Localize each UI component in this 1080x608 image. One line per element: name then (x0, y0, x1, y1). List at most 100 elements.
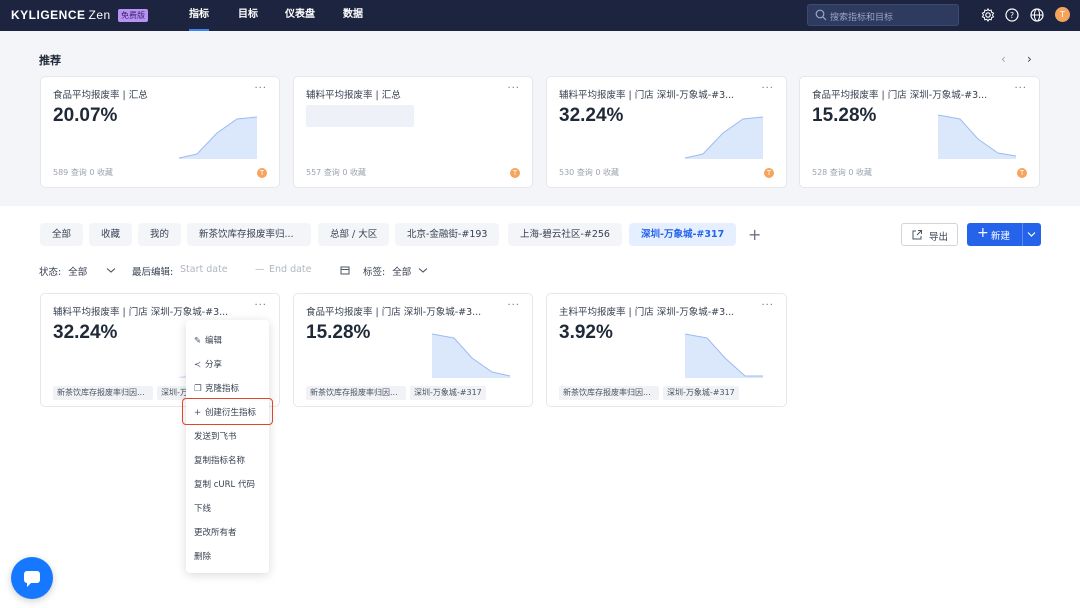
chevron-down-icon[interactable] (106, 267, 116, 274)
tab-hq-region[interactable]: 总部 / 大区 (318, 223, 390, 246)
menu-item-edit[interactable]: ✎ 编辑 (194, 334, 222, 346)
chat-support-button[interactable] (11, 557, 53, 599)
top-nav-bar: KYLIGENCE Zen 免费版 指标 目标 仪表盘 数据 搜索指标和目标 ? … (0, 0, 1080, 31)
new-button[interactable]: + 新建 (967, 223, 1041, 246)
card-title: 辅料平均报废率 | 汇总 (306, 90, 401, 101)
next-page-icon[interactable]: › (1027, 52, 1032, 66)
globe-icon[interactable] (1030, 8, 1044, 22)
recommend-card-2[interactable]: 辅料平均报废率 | 汇总 ··· 557 查询 0 收藏 T (293, 76, 533, 188)
calendar-icon[interactable] (340, 265, 350, 275)
export-label: 导出 (929, 232, 949, 243)
menu-item-clone[interactable]: ❐ 克隆指标 (194, 382, 239, 394)
search-icon (815, 9, 827, 21)
card-meta: 589 查询 0 收藏 (53, 168, 113, 177)
more-icon[interactable]: ··· (761, 83, 774, 94)
nav-metrics[interactable]: 指标 (189, 0, 209, 31)
more-icon[interactable]: ··· (254, 83, 267, 94)
nav-dashboard[interactable]: 仪表盘 (285, 0, 315, 31)
card-value: 3.92% (559, 322, 613, 343)
sparkline-down (432, 333, 511, 378)
card-value: 15.28% (306, 322, 371, 343)
more-icon[interactable]: ··· (1014, 83, 1027, 94)
card-title: 食品平均报废率 | 门店 深圳-万象城-#3... (812, 90, 988, 101)
nav-goals[interactable]: 目标 (238, 0, 258, 31)
menu-item-share[interactable]: ≺ 分享 (194, 358, 222, 370)
sparkline-down (938, 114, 1017, 159)
tab-shanghai[interactable]: 上海-碧云社区-#256 (508, 223, 622, 246)
recommend-card-4[interactable]: 食品平均报废率 | 门店 深圳-万象城-#3... ··· 15.28% 528… (799, 76, 1040, 188)
card-title: 食品平均报废率 | 门店 深圳-万象城-#3... (306, 307, 482, 318)
more-icon[interactable]: ··· (507, 83, 520, 94)
menu-item-send-feishu[interactable]: 发送到飞书 (194, 430, 237, 442)
chevron-down-icon[interactable] (1027, 231, 1036, 238)
more-icon[interactable]: ··· (761, 300, 774, 311)
menu-item-delete[interactable]: 删除 (194, 550, 211, 562)
end-date-input[interactable]: End date (269, 264, 312, 275)
gear-icon[interactable] (981, 8, 995, 22)
card-value: 20.07% (53, 105, 118, 126)
prev-page-icon[interactable]: ‹ (1001, 52, 1006, 66)
search-placeholder: 搜索指标和目标 (830, 13, 894, 23)
chevron-down-icon[interactable] (418, 267, 428, 274)
menu-item-copy-name[interactable]: 复制指标名称 (194, 454, 245, 466)
brand-logo[interactable]: KYLIGENCE Zen (11, 8, 111, 22)
nav-data[interactable]: 数据 (343, 0, 363, 31)
plus-icon: + (977, 225, 989, 241)
more-icon[interactable]: ··· (254, 300, 267, 311)
svg-text:?: ? (1010, 11, 1014, 20)
tab-shenzhen[interactable]: 深圳-万象城-#317 (629, 223, 737, 246)
recommend-title: 推荐 (39, 54, 61, 67)
metric-tag[interactable]: 新茶饮库存报废率归因... (559, 386, 659, 400)
card-title: 主料平均报废率 | 门店 深圳-万象城-#3... (559, 307, 735, 318)
recommend-card-1[interactable]: 食品平均报废率 | 汇总 ··· 20.07% 589 查询 0 收藏 T (40, 76, 280, 188)
menu-item-offline[interactable]: 下线 (194, 502, 211, 514)
card-title: 辅料平均报废率 | 门店 深圳-万象城-#3... (559, 90, 735, 101)
metric-card-3[interactable]: 主料平均报废率 | 门店 深圳-万象城-#3... ··· 3.92% 新茶饮库… (546, 293, 787, 407)
start-date-input[interactable]: Start date (180, 264, 228, 275)
card-meta: 528 查询 0 收藏 (812, 168, 872, 177)
user-avatar[interactable]: T (1055, 7, 1070, 22)
help-icon[interactable]: ? (1005, 8, 1019, 22)
metric-tag[interactable]: 深圳-万象城-#317 (663, 386, 739, 400)
highlight-outline (182, 398, 273, 425)
owner-avatar: T (764, 168, 774, 178)
new-label: 新建 (991, 231, 1011, 242)
export-button[interactable]: 导出 (901, 223, 958, 246)
tab-favorites[interactable]: 收藏 (89, 223, 133, 246)
recommend-card-3[interactable]: 辅料平均报废率 | 门店 深圳-万象城-#3... ··· 32.24% 530… (546, 76, 787, 188)
sparkline-up (179, 116, 258, 159)
chat-icon (24, 571, 40, 587)
card-value: 32.24% (53, 322, 118, 343)
share-icon: ≺ (194, 360, 202, 370)
card-value: 32.24% (559, 105, 624, 126)
tab-beijing[interactable]: 北京-金融街-#193 (395, 223, 500, 246)
status-filter[interactable]: 状态: 全部 (39, 264, 87, 278)
tags-filter-label: 标签: (363, 267, 386, 278)
menu-item-copy-curl[interactable]: 复制 cURL 代码 (194, 478, 255, 490)
metric-card-2[interactable]: 食品平均报废率 | 门店 深圳-万象城-#3... ··· 15.28% 新茶饮… (293, 293, 533, 407)
tab-all[interactable]: 全部 (40, 223, 84, 246)
add-tab-icon[interactable]: + (748, 225, 761, 244)
more-icon[interactable]: ··· (507, 300, 520, 311)
edit-icon: ✎ (194, 336, 202, 346)
loading-skeleton (306, 105, 414, 127)
export-icon (912, 230, 922, 240)
owner-avatar: T (510, 168, 520, 178)
owner-avatar: T (1017, 168, 1027, 178)
card-title: 辅料平均报废率 | 门店 深圳-万象城-#3... (53, 307, 229, 318)
metric-tag[interactable]: 深圳-万象城-#317 (410, 386, 486, 400)
card-value: 15.28% (812, 105, 877, 126)
button-divider (1022, 223, 1023, 246)
status-filter-value: 全部 (68, 267, 88, 278)
metric-tag[interactable]: 新茶饮库存报废率归因... (306, 386, 406, 400)
sparkline-up (685, 116, 764, 159)
tags-filter[interactable]: 标签: 全部 (363, 264, 411, 278)
menu-item-change-owner[interactable]: 更改所有者 (194, 526, 237, 538)
search-input[interactable]: 搜索指标和目标 (807, 4, 959, 26)
tab-group-attribution[interactable]: 新茶饮库存报废率归... (187, 223, 311, 246)
card-meta: 557 查询 0 收藏 (306, 168, 366, 177)
context-menu: ✎ 编辑 ≺ 分享 ❐ 克隆指标 + 创建衍生指标 发送到飞书 复制指标名称 复制 cU… (186, 320, 269, 573)
tab-mine[interactable]: 我的 (138, 223, 182, 246)
clone-icon: ❐ (194, 384, 202, 394)
metric-tag[interactable]: 新茶饮库存报废率归因... (53, 386, 153, 400)
